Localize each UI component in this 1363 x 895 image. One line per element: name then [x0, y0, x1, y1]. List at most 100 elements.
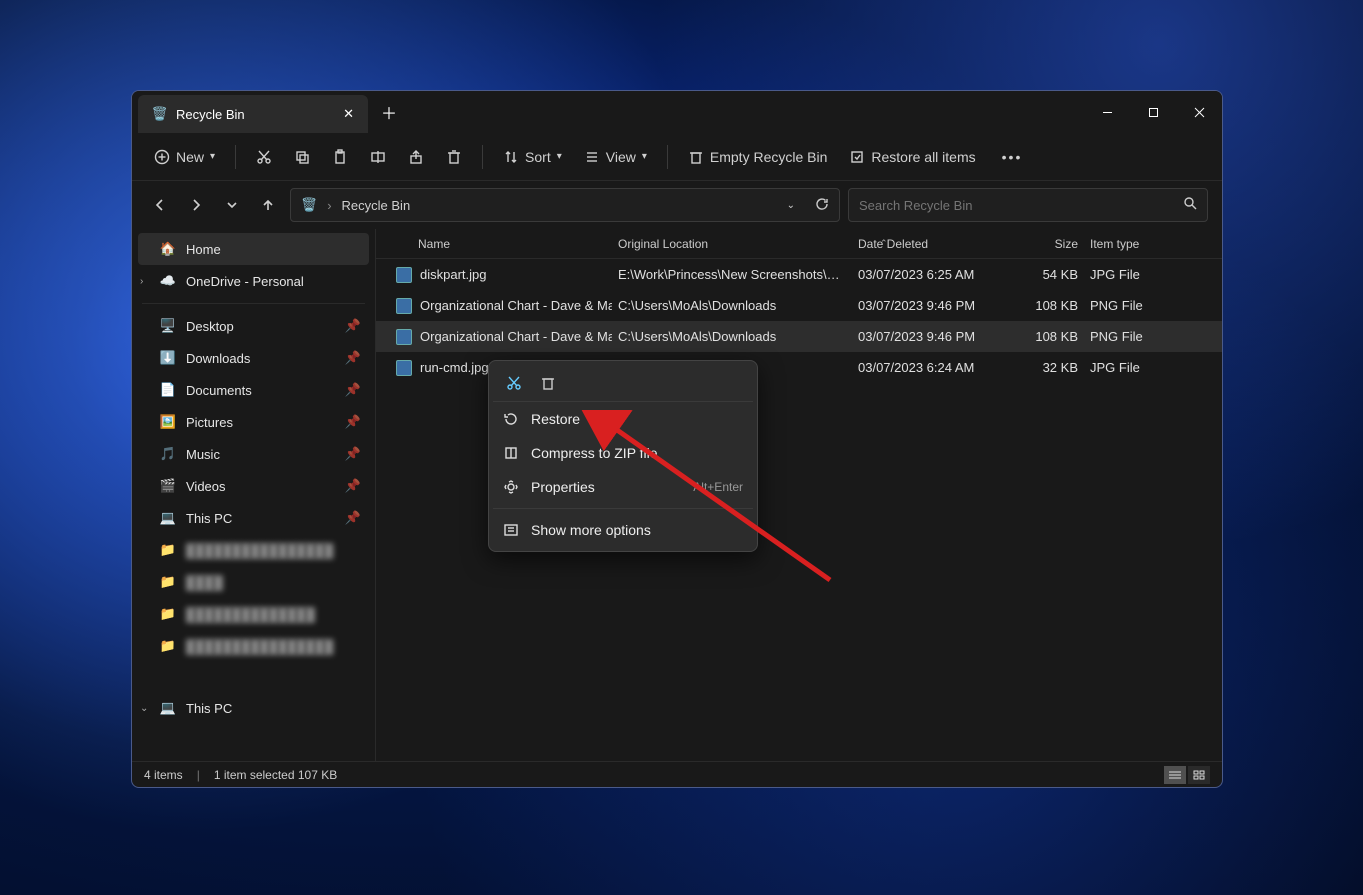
ctx-restore[interactable]: Restore	[493, 402, 753, 436]
file-icon	[396, 298, 412, 314]
file-date: 03/07/2023 6:24 AM	[852, 360, 1004, 375]
chevron-right-icon[interactable]: ›	[140, 276, 143, 287]
paste-button[interactable]	[324, 143, 356, 171]
downloads-icon: ⬇️	[160, 350, 176, 366]
sidebar-downloads[interactable]: ⬇️Downloads📌	[132, 342, 375, 374]
sidebar-label: Downloads	[186, 351, 250, 366]
restore-all-button[interactable]: Restore all items	[841, 143, 983, 171]
details-view-button[interactable]	[1164, 766, 1186, 784]
file-row[interactable]: Organizational Chart - Dave & Mar...C:\U…	[376, 321, 1222, 352]
share-button[interactable]	[400, 143, 432, 171]
close-button[interactable]	[1176, 91, 1222, 133]
status-selected: 1 item selected 107 KB	[214, 768, 337, 782]
sidebar-home[interactable]: 🏠Home	[138, 233, 369, 265]
view-button[interactable]: View ▾	[576, 143, 655, 171]
sidebar-thispc[interactable]: 💻This PC📌	[132, 502, 375, 534]
copy-button[interactable]	[286, 143, 318, 171]
col-name[interactable]: Name⌃	[390, 237, 612, 251]
cut-button[interactable]	[248, 143, 280, 171]
file-location: E:\Work\Princess\New Screenshots\How...	[612, 267, 852, 282]
new-tab-button[interactable]: ＋	[368, 91, 410, 133]
sidebar-label: This PC	[186, 701, 232, 716]
toolbar: New ▾ Sort ▾ View ▾ Empty Recycle Bin Re…	[132, 133, 1222, 181]
tab-title: Recycle Bin	[176, 107, 245, 122]
sort-button[interactable]: Sort ▾	[495, 143, 570, 171]
search-icon[interactable]	[1183, 196, 1197, 215]
col-date[interactable]: Date Deleted	[852, 237, 1004, 251]
ctx-delete-button[interactable]	[533, 369, 563, 397]
chevron-down-icon[interactable]: ⌄	[787, 200, 795, 211]
sidebar-pictures[interactable]: 🖼️Pictures📌	[132, 406, 375, 438]
sidebar-label: Videos	[186, 479, 226, 494]
ctx-properties[interactable]: Properties Alt+Enter	[493, 470, 753, 504]
pictures-icon: 🖼️	[160, 414, 176, 430]
window-controls	[1084, 91, 1222, 133]
file-date: 03/07/2023 9:46 PM	[852, 329, 1004, 344]
new-button[interactable]: New ▾	[146, 143, 223, 171]
sidebar-onedrive[interactable]: ›☁️OneDrive - Personal	[132, 265, 375, 297]
ctx-compress[interactable]: Compress to ZIP file	[493, 436, 753, 470]
pc-icon: 💻	[160, 510, 176, 526]
file-row[interactable]: Organizational Chart - Dave & Mar...C:\U…	[376, 290, 1222, 321]
col-size[interactable]: Size	[1004, 237, 1084, 251]
restore-all-label: Restore all items	[871, 149, 975, 165]
file-type: PNG File	[1084, 298, 1174, 313]
sidebar-music[interactable]: 🎵Music📌	[132, 438, 375, 470]
ctx-restore-label: Restore	[531, 411, 580, 427]
sidebar-documents[interactable]: 📄Documents📌	[132, 374, 375, 406]
sidebar-desktop[interactable]: 🖥️Desktop📌	[132, 310, 375, 342]
status-count: 4 items	[144, 768, 183, 782]
sidebar-folder[interactable]: 📁████████████████	[132, 630, 375, 662]
music-icon: 🎵	[160, 446, 176, 462]
sidebar-label: Music	[186, 447, 220, 462]
tab-close-button[interactable]: ✕	[343, 106, 354, 122]
rename-button[interactable]	[362, 143, 394, 171]
address-path: Recycle Bin	[342, 198, 411, 213]
chevron-down-icon[interactable]: ⌄	[140, 703, 148, 714]
navigation-row: 🗑️ › Recycle Bin ⌄	[132, 181, 1222, 229]
ctx-show-more[interactable]: Show more options	[493, 513, 753, 547]
address-bar[interactable]: 🗑️ › Recycle Bin ⌄	[290, 188, 840, 222]
chevron-down-icon: ▾	[557, 151, 562, 162]
breadcrumb-sep: ›	[327, 198, 331, 213]
file-date: 03/07/2023 9:46 PM	[852, 298, 1004, 313]
ctx-compress-label: Compress to ZIP file	[531, 445, 658, 461]
up-button[interactable]	[254, 191, 282, 219]
folder-icon: 📁	[160, 606, 176, 622]
ctx-more-label: Show more options	[531, 522, 651, 538]
recent-dropdown[interactable]	[218, 191, 246, 219]
ctx-cut-button[interactable]	[499, 369, 529, 397]
col-location[interactable]: Original Location	[612, 237, 852, 251]
sidebar-label: Documents	[186, 383, 252, 398]
thumbnails-view-button[interactable]	[1188, 766, 1210, 784]
refresh-button[interactable]	[815, 197, 829, 214]
sidebar-folder[interactable]: 📁██████████████	[132, 598, 375, 630]
file-row[interactable]: diskpart.jpgE:\Work\Princess\New Screens…	[376, 259, 1222, 290]
sidebar-folder[interactable]: 📁████	[132, 566, 375, 598]
maximize-button[interactable]	[1130, 91, 1176, 133]
new-label: New	[176, 149, 204, 165]
file-location: C:\Users\MoAls\Downloads	[612, 329, 852, 344]
sidebar-thispc-tree[interactable]: ⌄ 💻 This PC	[132, 692, 375, 724]
forward-button[interactable]	[182, 191, 210, 219]
back-button[interactable]	[146, 191, 174, 219]
minimize-button[interactable]	[1084, 91, 1130, 133]
pc-icon: 💻	[160, 700, 176, 716]
search-box[interactable]	[848, 188, 1208, 222]
sidebar-folder[interactable]: 📁████████████████	[132, 534, 375, 566]
delete-button[interactable]	[438, 143, 470, 171]
col-type[interactable]: Item type	[1084, 237, 1174, 251]
pin-icon: 📌	[345, 382, 361, 398]
folder-icon: 📁	[160, 638, 176, 654]
ellipsis-icon: •••	[1002, 149, 1023, 165]
search-input[interactable]	[859, 198, 1183, 213]
chevron-down-icon: ▾	[642, 151, 647, 162]
chevron-down-icon: ▾	[210, 151, 215, 162]
empty-recycle-bin-button[interactable]: Empty Recycle Bin	[680, 143, 835, 171]
tab-recycle-bin[interactable]: 🗑️ Recycle Bin ✕	[138, 95, 368, 133]
more-button[interactable]: •••	[994, 143, 1031, 171]
ctx-properties-label: Properties	[531, 479, 595, 495]
sidebar-label: Desktop	[186, 319, 234, 334]
sidebar-videos[interactable]: 🎬Videos📌	[132, 470, 375, 502]
sidebar-label: OneDrive - Personal	[186, 274, 304, 289]
